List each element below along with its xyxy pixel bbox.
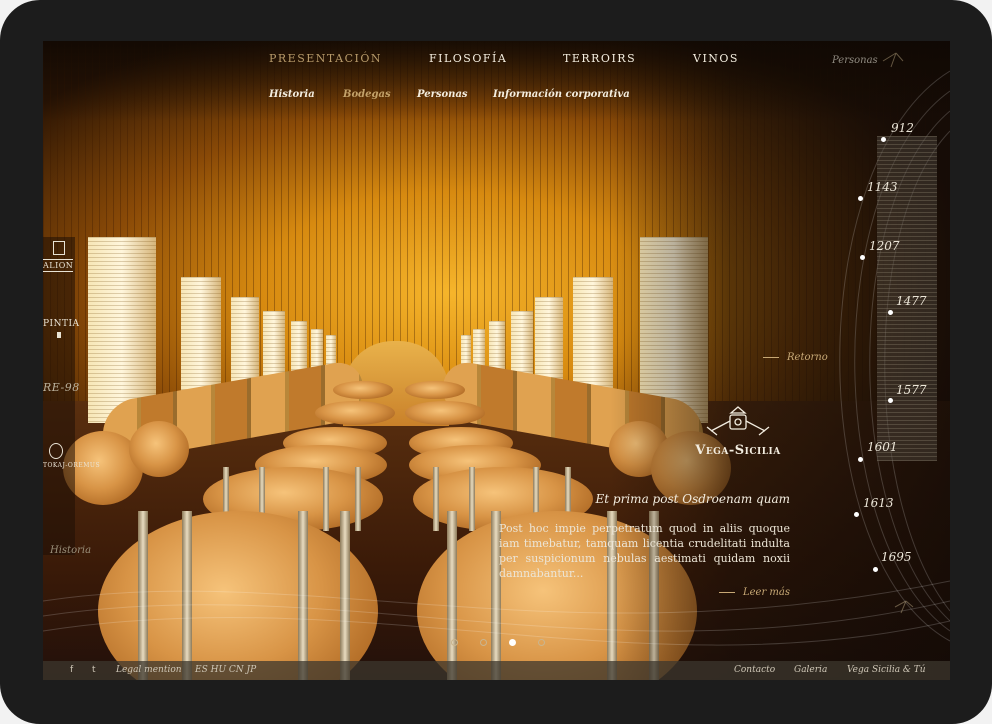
alion-emblem-icon <box>53 241 65 255</box>
brand-rail <box>43 237 75 555</box>
brand-pintia-logo[interactable]: PINTIA <box>43 319 80 338</box>
timeline-year[interactable]: 1613 <box>863 496 894 510</box>
footer-galeria-link[interactable]: Galeria <box>794 665 827 675</box>
footer-vega-sicilia-tu-link[interactable]: Vega Sicilia & Tú <box>847 665 926 675</box>
vega-sicilia-crest-icon <box>706 406 770 436</box>
main-navigation: Presentación Filosofía Terroirs Vinos <box>269 52 749 68</box>
timeline-year[interactable]: 1143 <box>867 180 898 194</box>
timeline-year[interactable]: 1601 <box>867 440 898 454</box>
language-selector[interactable]: ES HU CN JP <box>195 665 256 675</box>
timeline-dot[interactable] <box>881 137 886 142</box>
retorno-link[interactable]: Retorno <box>763 352 828 363</box>
personas-link[interactable]: Personas <box>832 55 878 66</box>
nav-filosofia[interactable]: Filosofía <box>429 52 507 65</box>
brand-name: Vega-Sicilia <box>695 443 781 458</box>
pager-dot[interactable] <box>538 639 545 646</box>
nav-vinos[interactable]: Vinos <box>693 52 739 65</box>
pager-dot[interactable] <box>480 639 487 646</box>
brand-tokaj-oremus-logo[interactable]: TOKAJ-OREMUS <box>43 443 100 469</box>
pager-dot[interactable] <box>451 639 458 646</box>
subnav-historia[interactable]: Historia <box>269 89 315 100</box>
timeline-dot[interactable] <box>888 310 893 315</box>
brand-re98-logo[interactable]: RE-98 <box>43 381 80 394</box>
timeline-year[interactable]: 1207 <box>869 239 900 253</box>
legal-mention-link[interactable]: Legal mention <box>116 665 182 675</box>
subnav-informacion-corporativa[interactable]: Información corporativa <box>493 89 630 100</box>
timeline-year[interactable]: 1695 <box>881 550 912 564</box>
historia-back-link[interactable]: Historia <box>50 545 91 556</box>
pintia-emblem-icon <box>57 332 61 338</box>
nav-terroirs[interactable]: Terroirs <box>563 52 636 65</box>
timeline-dot[interactable] <box>858 196 863 201</box>
vega-sicilia-brand: Vega-Sicilia <box>683 401 793 458</box>
timeline-dot[interactable] <box>858 457 863 462</box>
timeline-year[interactable]: 912 <box>891 121 914 135</box>
leer-mas-link[interactable]: Leer más <box>719 587 790 598</box>
oremus-emblem-icon <box>49 443 63 459</box>
footer-contacto-link[interactable]: Contacto <box>734 665 775 675</box>
timeline-dot[interactable] <box>854 512 859 517</box>
timeline-dot[interactable] <box>873 567 878 572</box>
pager-dot-active[interactable] <box>509 639 516 646</box>
timeline-dot[interactable] <box>888 398 893 403</box>
timeline-year[interactable]: 1477 <box>896 294 927 308</box>
facebook-icon[interactable]: f <box>70 665 73 675</box>
brand-alion-logo[interactable]: ALION <box>43 241 74 272</box>
twitter-icon[interactable]: t <box>92 665 96 675</box>
screen: ALION PINTIA RE-98 TOKAJ-OREMUS Historia… <box>43 41 950 680</box>
timeline-dot[interactable] <box>860 255 865 260</box>
footer-bar: f t Legal mention ES HU CN JP Contacto G… <box>43 661 950 680</box>
nav-presentacion[interactable]: Presentación <box>269 52 382 65</box>
timeline-year[interactable]: 1577 <box>896 383 927 397</box>
tablet-frame: ALION PINTIA RE-98 TOKAJ-OREMUS Historia… <box>0 0 992 724</box>
subnav-personas[interactable]: Personas <box>417 89 468 100</box>
feature-headline: Et prima post Osdroenam quam <box>595 492 790 506</box>
feature-body: Post hoc impie perpetratum quod in aliis… <box>499 522 790 580</box>
subnav-bodegas[interactable]: Bodegas <box>343 89 391 100</box>
